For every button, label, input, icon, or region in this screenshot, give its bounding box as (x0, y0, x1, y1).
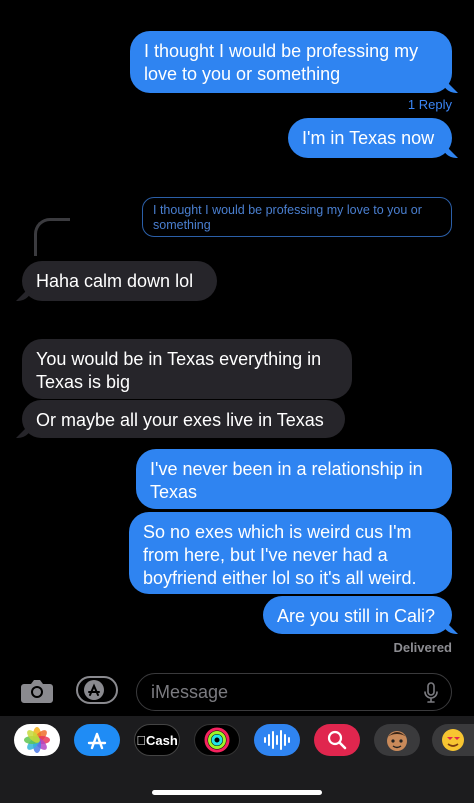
photos-icon[interactable] (14, 724, 60, 756)
app-store-icon[interactable] (74, 724, 120, 756)
image-search-icon[interactable] (314, 724, 360, 756)
microphone-icon[interactable] (423, 682, 439, 704)
reply-count-link[interactable]: 1 Reply (408, 97, 452, 112)
memoji-icon[interactable] (374, 724, 420, 756)
compose-bar: iMessage (0, 666, 474, 718)
camera-icon[interactable] (20, 678, 54, 703)
delivered-status: Delivered (393, 640, 452, 655)
message-outgoing-professing[interactable]: I thought I would be professing my love … (130, 31, 452, 93)
message-outgoing-no-exes[interactable]: So no exes which is weird cus I'm from h… (129, 512, 452, 594)
message-incoming-exes[interactable]: Or maybe all your exes live in Texas (22, 400, 345, 438)
message-incoming-calm-down[interactable]: Haha calm down lol (22, 261, 217, 301)
activity-rings-icon[interactable] (194, 724, 240, 756)
message-outgoing-texas-now[interactable]: I'm in Texas now (288, 118, 452, 158)
home-indicator[interactable] (152, 790, 322, 795)
memoji-stickers-icon[interactable] (432, 724, 474, 756)
message-outgoing-cali[interactable]: Are you still in Cali? (263, 596, 452, 634)
message-outgoing-relationship[interactable]: I've never been in a relationship in Tex… (136, 449, 452, 509)
apple-logo-icon:  (136, 733, 146, 748)
reply-thread-connector (34, 218, 70, 256)
apple-cash-icon[interactable]: Cash (134, 724, 180, 756)
app-store-drawer-icon[interactable] (76, 676, 118, 704)
quoted-reply-preview[interactable]: I thought I would be professing my love … (142, 197, 452, 237)
message-input[interactable]: iMessage (136, 673, 452, 711)
apple-cash-label: Cash (141, 732, 178, 748)
message-incoming-texas-big[interactable]: You would be in Texas everything in Texa… (22, 339, 352, 399)
audio-waveform-icon[interactable] (254, 724, 300, 756)
message-input-placeholder: iMessage (151, 682, 229, 702)
